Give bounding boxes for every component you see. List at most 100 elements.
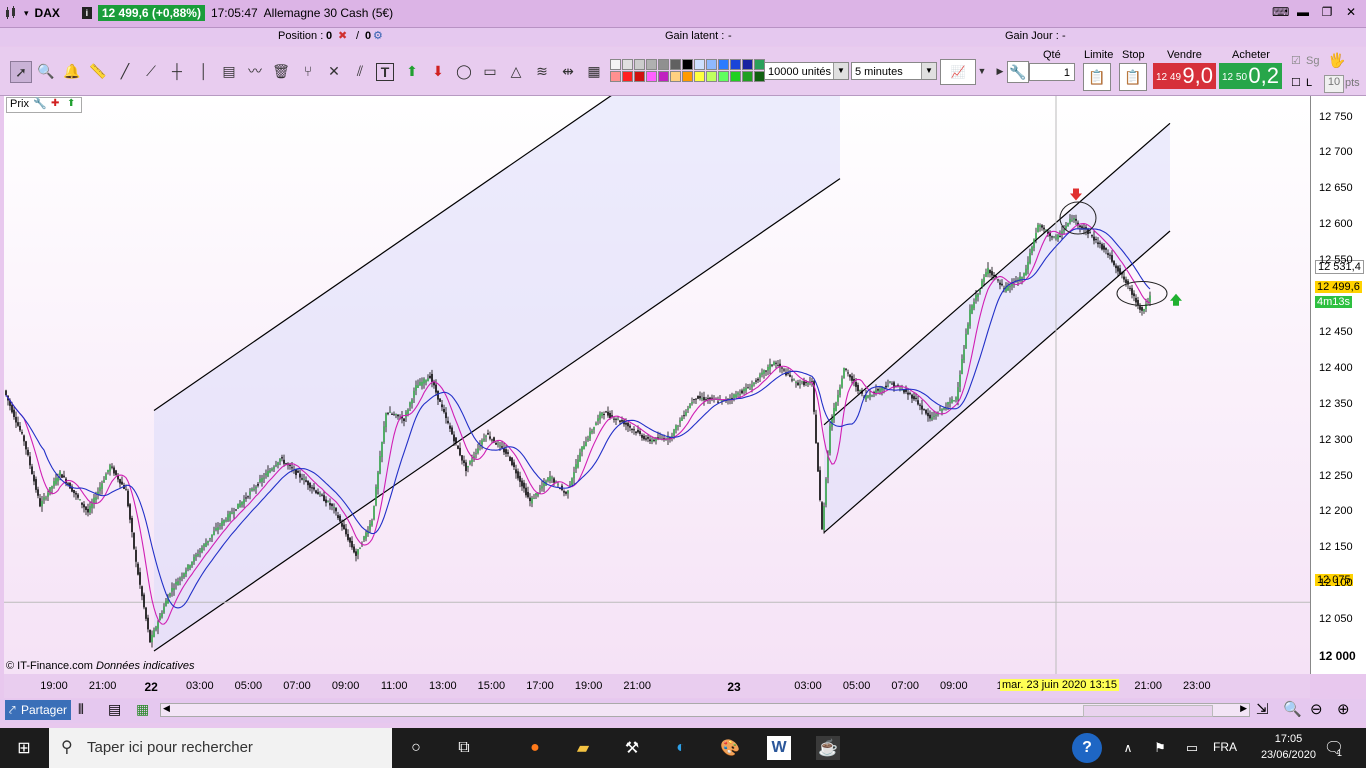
trading-app-icon[interactable]: ⚒: [620, 736, 644, 760]
zoom-in-icon[interactable]: ⊕: [1337, 700, 1350, 718]
sell-button[interactable]: 12 49 9,0: [1153, 63, 1216, 89]
palette-swatch[interactable]: [694, 59, 705, 70]
scroll-right-icon[interactable]: ▶: [1240, 703, 1247, 714]
zoom-out-icon[interactable]: ⊖: [1310, 700, 1323, 718]
firefox-icon[interactable]: ●: [523, 736, 547, 760]
cancel-x-icon[interactable]: ✖: [338, 29, 347, 42]
palette-swatch[interactable]: [718, 59, 729, 70]
palette-swatch[interactable]: [682, 59, 693, 70]
windows-start-icon[interactable]: ⊞: [12, 736, 36, 760]
zoom-magnifier-icon[interactable]: 🔍: [36, 61, 56, 81]
time-scrollbar[interactable]: ◀ ▶: [160, 703, 1250, 717]
network-icon[interactable]: ⚑: [1148, 736, 1172, 760]
ruler-icon[interactable]: 📏: [88, 61, 108, 81]
fork-tool-icon[interactable]: ⑂: [298, 61, 318, 81]
notification-icon[interactable]: 🗨: [1322, 736, 1346, 760]
units-select[interactable]: 10000 unités ▼: [764, 62, 849, 80]
candles-icon[interactable]: ⫴: [78, 701, 84, 718]
palette-swatch[interactable]: [730, 59, 741, 70]
sg-checkbox[interactable]: ☑: [1291, 54, 1301, 67]
palette-swatch[interactable]: [658, 71, 669, 82]
scroll-thumb[interactable]: [1083, 705, 1213, 717]
timeframe-select[interactable]: 5 minutes ▼: [851, 62, 937, 80]
palette-swatch[interactable]: [706, 59, 717, 70]
buy-button[interactable]: 12 50 0,2: [1219, 63, 1282, 89]
indicators-icon[interactable]: 📈: [940, 59, 976, 85]
sell-arrow-icon[interactable]: ⬇: [428, 61, 448, 81]
wrench-icon[interactable]: 🔧: [1007, 61, 1029, 83]
edge-icon[interactable]: ◐: [669, 736, 693, 760]
limit-order-icon[interactable]: 📋: [1083, 63, 1111, 91]
l-checkbox[interactable]: ☐: [1291, 76, 1301, 89]
extended-line-icon[interactable]: ⟋: [141, 61, 161, 81]
chevron-up-icon[interactable]: ∧: [1116, 736, 1140, 760]
help-icon[interactable]: ?: [1072, 733, 1102, 763]
trash-icon[interactable]: 🗑: [271, 61, 291, 81]
pts-input[interactable]: 10: [1324, 75, 1344, 93]
chart-canvas[interactable]: [4, 96, 1310, 674]
language-indicator[interactable]: FRA: [1213, 740, 1237, 754]
palette-swatch[interactable]: [718, 71, 729, 82]
cursor-hand-icon[interactable]: 🖐: [1328, 52, 1345, 69]
cross-tool-icon[interactable]: ✕: [324, 61, 344, 81]
palette-swatch[interactable]: [634, 71, 645, 82]
parallel-tool-icon[interactable]: ⫽: [350, 61, 370, 81]
file-explorer-icon[interactable]: ▰: [571, 736, 595, 760]
palette-swatch[interactable]: [622, 59, 633, 70]
minimize-icon[interactable]: ▬: [1296, 5, 1310, 19]
taskbar-clock[interactable]: 17:05 23/06/2020: [1261, 731, 1316, 763]
palette-swatch[interactable]: [706, 71, 717, 82]
color-palette[interactable]: [610, 59, 765, 83]
price-axis[interactable]: 12 531,4 12 499,6 4m13s 12 075 12 750 12 …: [1310, 96, 1366, 674]
auto-scale-icon[interactable]: ⇲: [1256, 700, 1269, 718]
trend-line-icon[interactable]: ╱: [115, 61, 135, 81]
task-view-icon[interactable]: ⧉: [452, 736, 476, 760]
triangle-tool-icon[interactable]: △: [506, 61, 526, 81]
close-icon[interactable]: ✕: [1344, 5, 1358, 19]
time-axis[interactable]: 23:0021:0019:0017:001109:0007:0005:0003:…: [4, 674, 1310, 698]
palette-swatch[interactable]: [670, 59, 681, 70]
palette-swatch[interactable]: [646, 71, 657, 82]
channel-tool-icon[interactable]: ▤: [219, 61, 239, 81]
stop-order-icon[interactable]: 📋: [1119, 63, 1147, 91]
panel-up-icon[interactable]: ⬆: [67, 98, 75, 109]
share-button[interactable]: ⤤ Partager: [5, 700, 71, 720]
palette-swatch[interactable]: [622, 71, 633, 82]
palette-swatch[interactable]: [658, 59, 669, 70]
palette-swatch[interactable]: [670, 71, 681, 82]
qte-input[interactable]: 1: [1029, 63, 1075, 81]
wave-tool-icon[interactable]: 〰: [245, 61, 265, 81]
palette-swatch[interactable]: [742, 71, 753, 82]
chevron-down-icon[interactable]: ▼: [976, 61, 988, 81]
buy-arrow-icon[interactable]: ⬆: [402, 61, 422, 81]
price-chart[interactable]: Prix 🔧 ✚ ⬆ © IT-Finance.com Données indi…: [4, 96, 1310, 674]
java-icon[interactable]: ☕: [816, 736, 840, 760]
grid-tool-icon[interactable]: ▦: [584, 61, 604, 81]
gear-icon[interactable]: ⚙: [373, 29, 383, 42]
fibonacci-tool-icon[interactable]: ≋: [532, 61, 552, 81]
taskbar-search[interactable]: ⚲ Taper ici pour rechercher: [49, 728, 392, 768]
palette-swatch[interactable]: [646, 59, 657, 70]
palette-swatch[interactable]: [634, 59, 645, 70]
palette-swatch[interactable]: [742, 59, 753, 70]
restore-icon[interactable]: ❐: [1320, 5, 1334, 19]
chevron-right-icon[interactable]: ▶: [995, 61, 1005, 81]
symbol-dropdown-icon[interactable]: ▾: [24, 8, 29, 19]
alert-bell-icon[interactable]: 🔔: [62, 61, 82, 81]
paint-icon[interactable]: 🎨: [718, 736, 742, 760]
keyboard-icon[interactable]: ⌨: [1272, 5, 1289, 19]
palette-swatch[interactable]: [610, 71, 621, 82]
rectangle-tool-icon[interactable]: ▭: [480, 61, 500, 81]
palette-swatch[interactable]: [694, 71, 705, 82]
word-icon[interactable]: W: [767, 736, 791, 760]
info-icon[interactable]: i: [81, 7, 92, 19]
battery-icon[interactable]: ▭: [1180, 736, 1204, 760]
pointer-tool-icon[interactable]: ➚: [10, 61, 32, 83]
projection-tool-icon[interactable]: ⇹: [558, 61, 578, 81]
symbol-name[interactable]: DAX: [35, 6, 60, 20]
ellipse-tool-icon[interactable]: ◯: [454, 61, 474, 81]
cortana-icon[interactable]: ○: [404, 736, 428, 760]
list-icon[interactable]: ▤: [108, 701, 121, 718]
vertical-line-icon[interactable]: │: [194, 61, 214, 81]
horizontal-line-icon[interactable]: ┼: [167, 61, 187, 81]
